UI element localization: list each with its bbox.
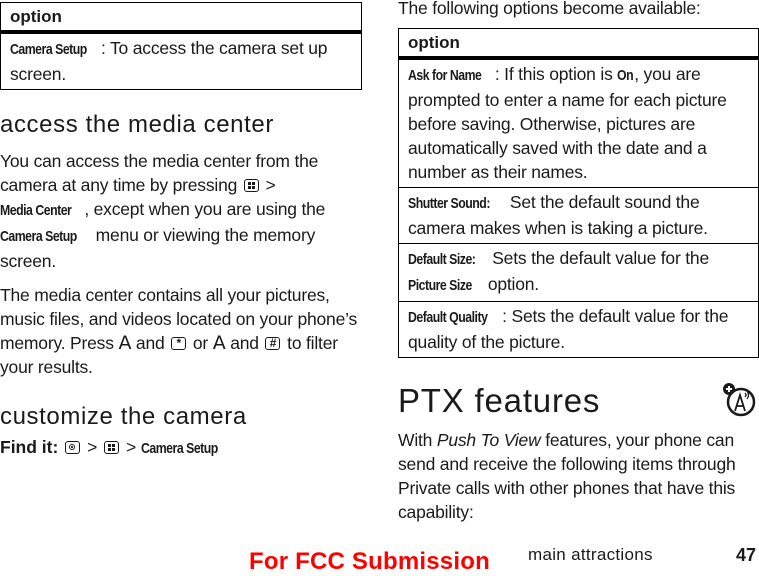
camera-setup-option-table: option Camera Setup: To access the camer… — [0, 2, 362, 90]
table-row: Camera Setup: To access the camera set u… — [0, 31, 362, 90]
option-term: Ask for Name — [408, 67, 482, 84]
menu-term-media-center: Media Center — [0, 202, 72, 219]
path-term-camera-setup: Camera Setup — [141, 440, 218, 457]
menu-key-icon — [104, 441, 120, 454]
page-number: 47 — [736, 545, 757, 565]
section-heading-customize-camera: customize the camera — [0, 403, 247, 430]
media-center-paragraph-2: The media center contains all your pictu… — [0, 285, 358, 377]
menu-key-icon — [243, 179, 259, 192]
find-it-label: Find it: — [0, 437, 59, 457]
camera-key-icon — [65, 441, 81, 454]
table-header: option — [398, 28, 759, 60]
table-row: Shutter Sound: Set the default sound the… — [398, 187, 759, 244]
star-key-icon: * — [171, 336, 187, 350]
left-column: option Camera Setup: To access the camer… — [0, 0, 362, 458]
options-intro: The following options become available: — [398, 0, 701, 18]
table-row: Default Size: Sets the default value for… — [398, 243, 759, 302]
camera-options-table: option Ask for Name: If this option is O… — [398, 28, 759, 358]
section-heading-media-center: access the media center — [0, 111, 274, 138]
option-term: Default Quality — [408, 309, 488, 326]
pound-key-icon: # — [265, 336, 281, 350]
ptx-network-feature-icon — [723, 383, 756, 417]
option-value: On — [617, 67, 634, 84]
table-header: option — [0, 2, 362, 34]
table-row: Default Quality: Sets the default value … — [398, 301, 759, 358]
option-term: Camera Setup — [10, 41, 87, 58]
option-term: Default Size: — [408, 251, 476, 268]
find-it-path: Find it: > > Camera Setup — [0, 437, 218, 457]
option-term: Shutter Sound: — [408, 195, 490, 212]
section-heading-ptx: PTX features — [398, 382, 601, 419]
ptx-paragraph: With Push To View features, your phone c… — [398, 430, 736, 522]
softkey-a-icon: A — [212, 332, 226, 354]
footer-section-name: main attractions — [528, 545, 653, 564]
softkey-a-icon: A — [118, 332, 132, 354]
media-center-paragraph-1: You can access the media center from the… — [0, 151, 326, 271]
menu-term-camera-setup: Camera Setup — [0, 228, 77, 245]
option-ref: Picture Size — [408, 277, 472, 294]
right-column: The following options become available: … — [398, 0, 759, 524]
table-row: Ask for Name: If this option is On, you … — [398, 57, 759, 188]
